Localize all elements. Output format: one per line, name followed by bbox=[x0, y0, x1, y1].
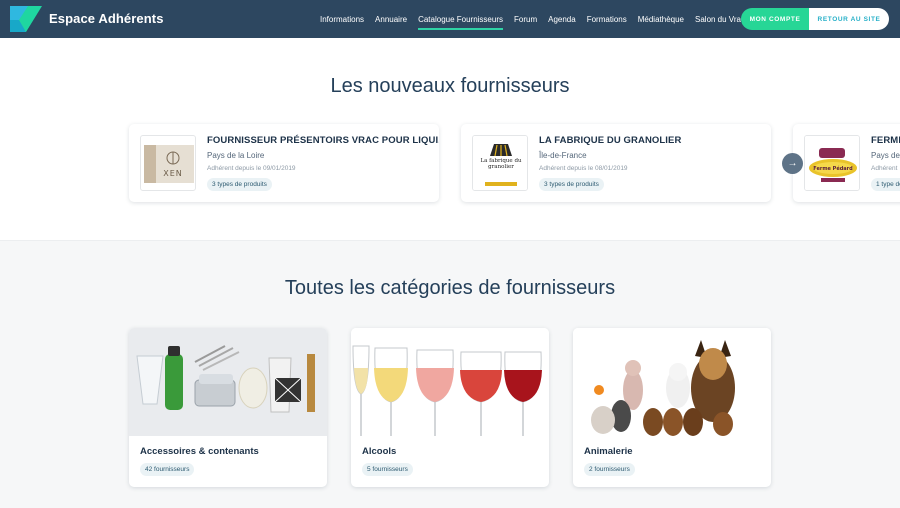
back-to-site-button[interactable]: RETOUR AU SITE bbox=[809, 8, 889, 30]
supplier-card[interactable]: XEN FOURNISSEUR PRÉSENTOIRS VRAC POUR LI… bbox=[129, 124, 439, 202]
nav-catalogue-fournisseurs[interactable]: Catalogue Fournisseurs bbox=[418, 15, 503, 30]
supplier-count-badge: 2 fournisseurs bbox=[584, 463, 635, 476]
product-types-badge: 1 type de bbox=[871, 178, 900, 191]
xen-logo-text: XEN bbox=[163, 169, 183, 178]
supplier-card[interactable]: Ferme Pédard FERME Pays de Adhérent 1 ty… bbox=[793, 124, 900, 202]
accessories-image bbox=[129, 328, 327, 436]
category-name: Animalerie bbox=[584, 446, 633, 457]
supplier-card[interactable]: La fabrique du granolier LA FABRIQUE DU … bbox=[461, 124, 771, 202]
carousel-next-icon[interactable]: → bbox=[782, 153, 803, 174]
nav-mediatheque[interactable]: Médiathèque bbox=[638, 15, 684, 24]
supplier-region: Pays de la Loire bbox=[207, 151, 265, 160]
supplier-region: Pays de bbox=[871, 151, 900, 160]
my-account-button[interactable]: MON COMPTE bbox=[741, 8, 809, 30]
product-types-badge: 3 types de produits bbox=[207, 178, 272, 191]
supplier-logo: XEN bbox=[140, 135, 196, 191]
header-buttons: MON COMPTE RETOUR AU SITE bbox=[741, 8, 889, 30]
supplier-member-since: Adhérent depuis le 08/01/2019 bbox=[539, 165, 628, 172]
supplier-member-since: Adhérent bbox=[871, 165, 898, 172]
main-nav: Informations Annuaire Catalogue Fourniss… bbox=[320, 0, 756, 38]
categories-title: Toutes les catégories de fournisseurs bbox=[284, 277, 616, 299]
new-suppliers-title: Les nouveaux fournisseurs bbox=[330, 75, 570, 97]
supplier-member-since: Adhérent depuis le 09/01/2019 bbox=[207, 165, 296, 172]
supplier-count-badge: 5 fournisseurs bbox=[362, 463, 413, 476]
supplier-name: FOURNISSEUR PRÉSENTOIRS VRAC POUR LIQUI.… bbox=[207, 135, 439, 146]
nav-salon-du-vrac[interactable]: Salon du Vrac bbox=[695, 15, 745, 24]
ferme-logo-text: Ferme Pédard bbox=[813, 165, 853, 172]
logo-icon[interactable] bbox=[10, 6, 42, 32]
nav-agenda[interactable]: Agenda bbox=[548, 15, 576, 24]
category-name: Alcools bbox=[362, 446, 397, 457]
category-card-accessoires[interactable]: Accessoires & contenants 42 fournisseurs bbox=[129, 328, 327, 487]
supplier-region: Île-de-France bbox=[539, 151, 587, 160]
top-bar: Espace Adhérents Informations Annuaire C… bbox=[0, 0, 900, 38]
supplier-count-badge: 42 fournisseurs bbox=[140, 463, 195, 476]
pets-image bbox=[573, 328, 771, 436]
category-card-alcools[interactable]: Alcools 5 fournisseurs bbox=[351, 328, 549, 487]
category-card-animalerie[interactable]: Animalerie 2 fournisseurs bbox=[573, 328, 771, 487]
supplier-logo: Ferme Pédard bbox=[804, 135, 860, 191]
category-name: Accessoires & contenants bbox=[140, 446, 259, 457]
supplier-name: FERME bbox=[871, 135, 900, 146]
nav-forum[interactable]: Forum bbox=[514, 15, 537, 24]
supplier-name: LA FABRIQUE DU GRANOLIER bbox=[539, 135, 682, 146]
nav-annuaire[interactable]: Annuaire bbox=[375, 15, 407, 24]
wine-glasses-image bbox=[351, 328, 549, 436]
brand-title[interactable]: Espace Adhérents bbox=[49, 11, 164, 26]
new-suppliers-section: Les nouveaux fournisseurs XEN FOURNISSEU… bbox=[0, 38, 900, 241]
supplier-logo: La fabrique du granolier bbox=[472, 135, 528, 191]
nav-informations[interactable]: Informations bbox=[320, 15, 364, 24]
product-types-badge: 3 types de produits bbox=[539, 178, 604, 191]
granolier-logo-text: La fabrique du granolier bbox=[480, 158, 522, 170]
nav-formations[interactable]: Formations bbox=[587, 15, 627, 24]
